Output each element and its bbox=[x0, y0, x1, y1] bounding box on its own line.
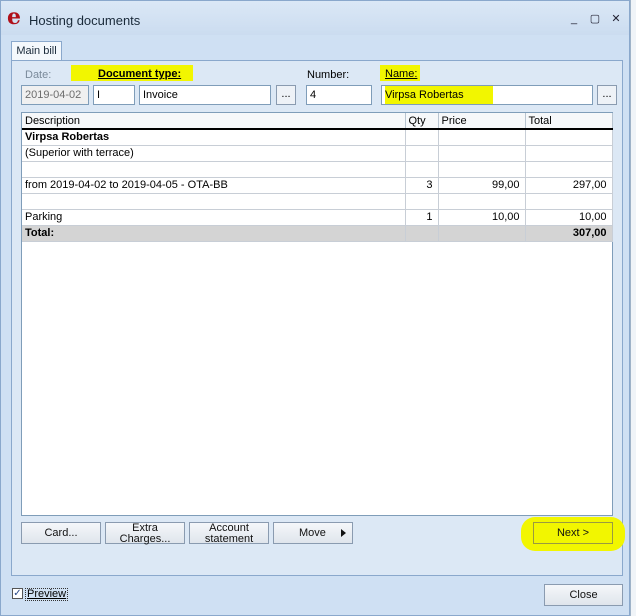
table-row[interactable]: from 2019-04-02 to 2019-04-05 - OTA-BB 3… bbox=[22, 177, 613, 194]
cell-qty bbox=[405, 129, 439, 146]
account-statement-label-line2: statement bbox=[204, 533, 254, 545]
cell-description: Total: bbox=[22, 225, 406, 242]
cell-total bbox=[525, 193, 613, 210]
column-header-total[interactable]: Total bbox=[525, 113, 613, 130]
table-row[interactable] bbox=[22, 161, 613, 178]
move-button[interactable]: Move bbox=[273, 522, 353, 544]
date-label: Date: bbox=[25, 69, 52, 81]
cell-price bbox=[438, 145, 526, 162]
maximize-icon[interactable]: ▢ bbox=[588, 13, 602, 25]
title-bar: e Hosting documents _ ▢ ✕ bbox=[1, 1, 629, 35]
cell-description bbox=[22, 161, 406, 178]
cell-total bbox=[525, 129, 613, 146]
total-row[interactable]: Total: 307,00 bbox=[22, 225, 613, 242]
app-logo-icon: e bbox=[7, 4, 21, 30]
column-header-description[interactable]: Description bbox=[22, 113, 406, 130]
doctype-lookup-button[interactable]: ... bbox=[276, 85, 296, 105]
chevron-right-icon bbox=[341, 529, 346, 537]
name-value: Virpsa Robertas bbox=[385, 86, 493, 104]
cell-description: from 2019-04-02 to 2019-04-05 - OTA-BB bbox=[22, 177, 406, 194]
hosting-documents-window: e Hosting documents _ ▢ ✕ Main bill Date… bbox=[0, 0, 630, 616]
cell-price: 10,00 bbox=[438, 209, 526, 226]
cell-description: (Superior with terrace) bbox=[22, 145, 406, 162]
background-window-edge bbox=[630, 0, 636, 616]
cell-description bbox=[22, 193, 406, 210]
cell-qty bbox=[405, 193, 439, 210]
next-button[interactable]: Next > bbox=[533, 522, 613, 544]
cell-total: 10,00 bbox=[525, 209, 613, 226]
card-button[interactable]: Card... bbox=[21, 522, 101, 544]
cell-total: 297,00 bbox=[525, 177, 613, 194]
cell-price bbox=[438, 129, 526, 146]
table-row[interactable] bbox=[22, 193, 613, 210]
cell-total bbox=[525, 145, 613, 162]
preview-checkbox[interactable]: ✓ bbox=[12, 588, 23, 599]
tab-main-bill[interactable]: Main bill bbox=[11, 41, 62, 61]
column-header-qty[interactable]: Qty bbox=[405, 113, 439, 130]
cell-price bbox=[438, 225, 526, 242]
close-button[interactable]: Close bbox=[544, 584, 623, 606]
date-field[interactable]: 2019-04-02 bbox=[21, 85, 89, 105]
name-field[interactable]: Virpsa Robertas bbox=[381, 85, 593, 105]
cell-description: Virpsa Robertas bbox=[22, 129, 406, 146]
bill-lines-grid[interactable]: Description Qty Price Total Virpsa Rober… bbox=[21, 112, 613, 516]
column-header-price[interactable]: Price bbox=[438, 113, 526, 130]
cell-qty: 1 bbox=[405, 209, 439, 226]
cell-price bbox=[438, 193, 526, 210]
extra-charges-button[interactable]: Extra Charges... bbox=[105, 522, 185, 545]
window-title: Hosting documents bbox=[29, 13, 141, 28]
cell-qty bbox=[405, 161, 439, 178]
cell-qty: 3 bbox=[405, 177, 439, 194]
number-label: Number: bbox=[307, 69, 350, 81]
table-header-row: Description Qty Price Total bbox=[22, 113, 613, 130]
number-field[interactable]: 4 bbox=[306, 85, 372, 105]
table-row[interactable]: (Superior with terrace) bbox=[22, 145, 613, 162]
doctype-code-field[interactable]: I bbox=[93, 85, 135, 105]
cell-total: 307,00 bbox=[525, 225, 613, 242]
preview-label[interactable]: Preview bbox=[25, 588, 69, 601]
table-row[interactable]: Parking 1 10,00 10,00 bbox=[22, 209, 613, 226]
cell-qty bbox=[405, 145, 439, 162]
extra-charges-label-line2: Charges... bbox=[119, 533, 171, 545]
close-icon[interactable]: ✕ bbox=[609, 13, 623, 25]
bill-lines-table: Description Qty Price Total Virpsa Rober… bbox=[22, 113, 613, 242]
cell-description: Parking bbox=[22, 209, 406, 226]
doctype-name-field[interactable]: Invoice bbox=[139, 85, 271, 105]
name-label: Name: bbox=[385, 68, 418, 80]
table-row[interactable]: Virpsa Robertas bbox=[22, 129, 613, 146]
move-label: Move bbox=[299, 527, 326, 539]
cell-price bbox=[438, 161, 526, 178]
minimize-icon[interactable]: _ bbox=[567, 13, 581, 25]
account-statement-button[interactable]: Account statement bbox=[189, 522, 269, 545]
cell-qty bbox=[405, 225, 439, 242]
cell-price: 99,00 bbox=[438, 177, 526, 194]
name-lookup-button[interactable]: ... bbox=[597, 85, 617, 105]
document-type-label: Document type: bbox=[98, 68, 182, 80]
cell-total bbox=[525, 161, 613, 178]
